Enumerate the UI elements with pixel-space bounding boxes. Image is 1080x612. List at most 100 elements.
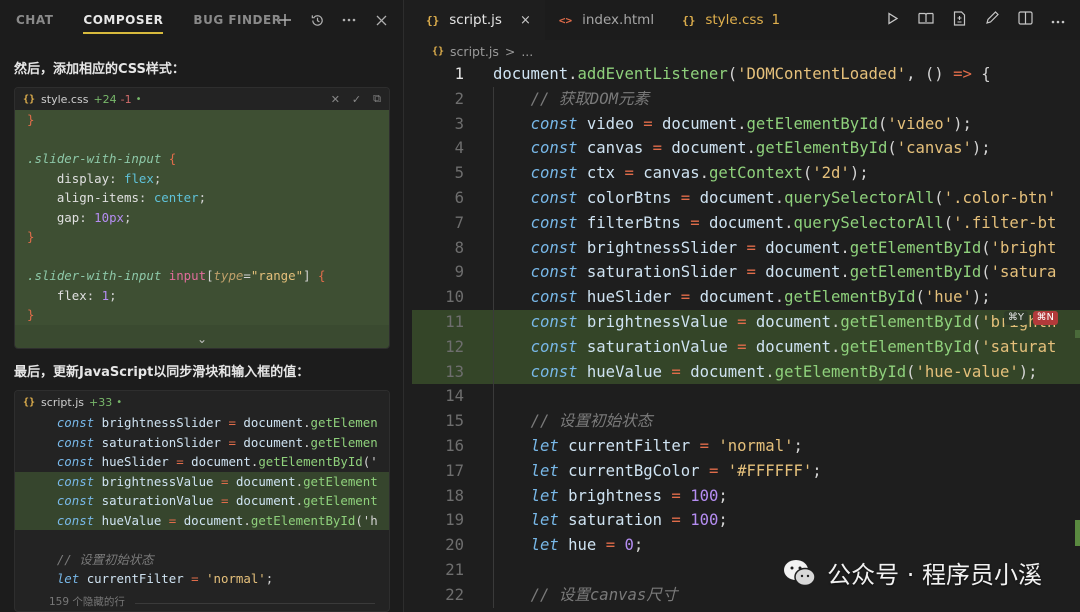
code-token: '2d'	[812, 164, 850, 183]
accept-shortcut-badge[interactable]: ⌘Y	[1003, 310, 1028, 325]
editor-line[interactable]: 6 const colorBtns = document.querySelect…	[412, 185, 1080, 211]
code-token: {	[168, 151, 177, 166]
editor-line[interactable]: 8 const brightnessSlider = document.getE…	[412, 235, 1080, 261]
code-token: document	[708, 213, 785, 232]
book-icon[interactable]	[918, 12, 934, 29]
breadcrumb: {} script.js > ...	[412, 40, 1080, 62]
diff-file-icon[interactable]	[951, 10, 967, 30]
code-token: document	[765, 263, 841, 282]
close-tab-icon[interactable]: ×	[520, 13, 531, 28]
code-editor[interactable]: 1 document.addEventListener('DOMContentLo…	[412, 62, 1080, 612]
tab-script-js[interactable]: {} script.js ×	[412, 0, 545, 40]
hidden-lines-label[interactable]: 159 个隐藏的行	[49, 594, 125, 609]
code-block-style-css[interactable]: {} style.css +24 -1 • ✕ ✓ ⧉ } .slider-wi…	[14, 87, 390, 349]
editor-line[interactable]: 4 const canvas = document.getElementById…	[412, 136, 1080, 162]
close-icon[interactable]	[373, 12, 389, 28]
editor-line[interactable]: 19 let saturation = 100;	[412, 508, 1080, 534]
code-token: type	[213, 268, 244, 283]
code-token: =	[699, 436, 709, 455]
open-file-icon[interactable]: ⧉	[373, 92, 381, 106]
reject-shortcut-badge[interactable]: ⌘N	[1032, 310, 1058, 325]
tab-style-css[interactable]: {} style.css 1	[668, 0, 794, 40]
editor-line[interactable]: 13 const hueValue = document.getElementB…	[412, 359, 1080, 385]
accept-icon[interactable]: ✓	[352, 93, 361, 106]
code-token: getElementById	[784, 288, 916, 307]
editor-line[interactable]: 3 const video = document.getElementById(…	[412, 111, 1080, 137]
code-token: 100	[690, 511, 719, 530]
more-icon[interactable]	[341, 12, 357, 28]
tab-chat[interactable]: CHAT	[16, 0, 53, 40]
run-icon[interactable]	[885, 11, 901, 29]
tab-index-html[interactable]: <> index.html	[545, 0, 668, 40]
code-token: hueValue	[586, 362, 663, 381]
line-content: let brightness = 100;	[464, 484, 1080, 509]
line-content: // 设置初始状态	[464, 409, 1080, 434]
indent-guide	[493, 409, 494, 434]
code-token: (	[971, 337, 982, 356]
code-token: =	[228, 434, 236, 450]
code-token: flex	[123, 170, 154, 186]
code-token: ;	[718, 486, 728, 505]
code-token: const	[56, 415, 95, 430]
editor-line[interactable]: 9 const saturationSlider = document.getE…	[412, 260, 1080, 286]
editor-line[interactable]: 17 let currentBgColor = '#FFFFFF';	[412, 458, 1080, 484]
code-block-script-js[interactable]: {} script.js +33 • const brightnessSlide…	[14, 390, 390, 612]
indent-guide	[493, 557, 494, 583]
indent-guide	[493, 508, 494, 534]
editor-line[interactable]: 15 // 设置初始状态	[412, 409, 1080, 434]
code-token: =	[605, 536, 616, 555]
editor-line[interactable]: 16 let currentFilter = 'normal';	[412, 433, 1080, 459]
code-token: =	[680, 188, 691, 207]
editor-line[interactable]: 18 let brightness = 100;	[412, 483, 1080, 509]
expand-chevron-icon[interactable]: ⌄	[15, 332, 389, 346]
tab-composer[interactable]: COMPOSER	[83, 0, 164, 40]
line-content: let currentBgColor = '#FFFFFF';	[464, 459, 1080, 484]
code-token: =	[746, 238, 756, 257]
tab-label: style.css	[705, 12, 764, 28]
code-block-filename[interactable]: script.js	[41, 396, 84, 409]
code-block-filename[interactable]: style.css	[41, 93, 88, 106]
editor-line[interactable]: 12 const saturationValue = document.getE…	[412, 334, 1080, 360]
add-icon[interactable]	[277, 12, 293, 28]
code-token: );	[971, 139, 991, 158]
line-number: 15	[445, 412, 464, 431]
pencil-icon[interactable]	[984, 11, 1000, 29]
reject-icon[interactable]: ✕	[331, 93, 340, 106]
editor-line[interactable]: 5 const ctx = canvas.getContext('2d');	[412, 161, 1080, 186]
editor-line[interactable]: 11 const brightnessValue = document.getE…	[412, 309, 1080, 335]
editor-line[interactable]: 14	[412, 384, 1080, 410]
code-token: getElement	[303, 493, 378, 508]
code-token: getElementById	[840, 312, 972, 331]
code-block-header: {} style.css +24 -1 • ✕ ✓ ⧉	[15, 88, 389, 110]
indent-guide	[493, 235, 494, 261]
editor-line[interactable]: 2 // 获取DOM元素	[412, 86, 1080, 112]
tab-bug-finder[interactable]: BUG FINDER	[193, 0, 281, 40]
scrollbar-markers[interactable]	[1074, 62, 1080, 612]
editor-line[interactable]: 1 document.addEventListener('DOMContentLo…	[412, 62, 1080, 87]
code-token: const	[530, 263, 578, 282]
editor-line[interactable]: 10 const hueSlider = document.getElement…	[412, 285, 1080, 310]
line-number: 3	[454, 114, 464, 133]
line-content: const saturationValue = document.getElem…	[464, 335, 1080, 360]
code-token: const	[530, 213, 578, 232]
split-editor-icon[interactable]	[1017, 11, 1033, 29]
breadcrumb-more[interactable]: ...	[521, 44, 533, 59]
editor-line[interactable]: 7 const filterBtns = document.querySelec…	[412, 210, 1080, 236]
code-token: (	[727, 65, 738, 83]
breadcrumb-file[interactable]: script.js	[450, 44, 499, 59]
more-icon[interactable]	[1050, 12, 1066, 28]
history-icon[interactable]	[309, 12, 325, 28]
code-token: (	[971, 312, 982, 331]
